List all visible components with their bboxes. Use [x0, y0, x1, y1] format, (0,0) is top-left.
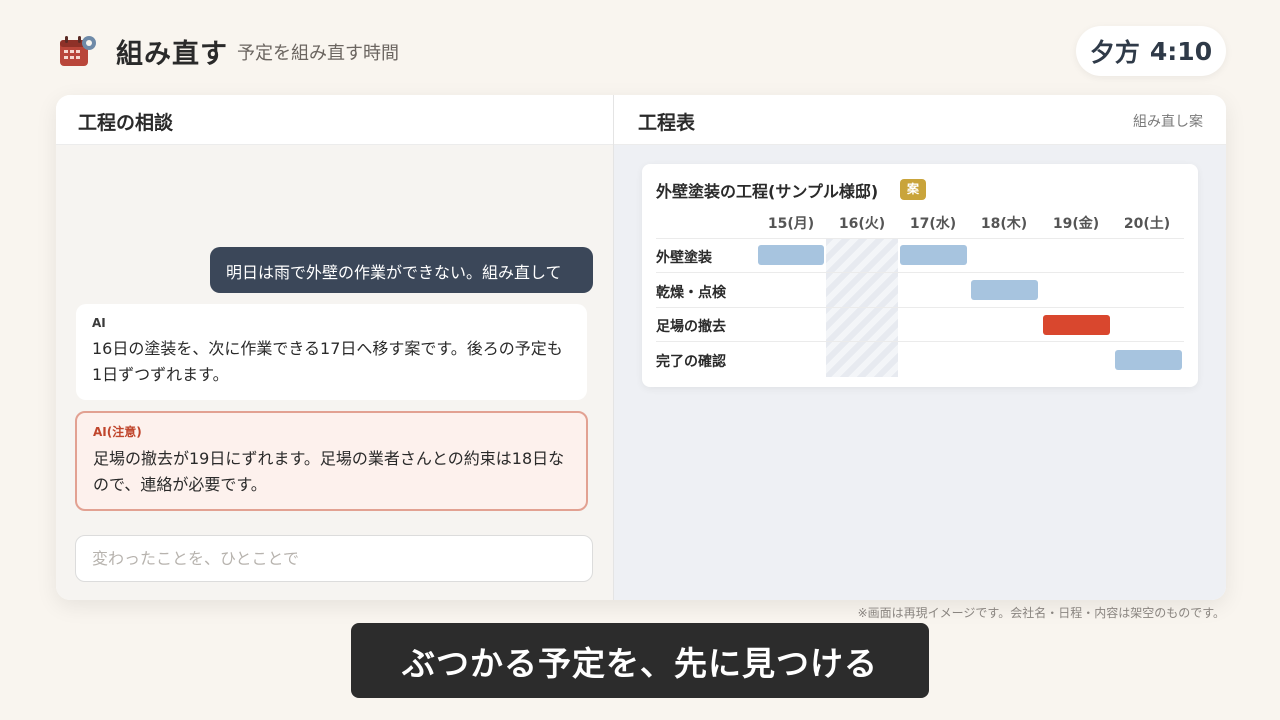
day-header: 17(水) — [909, 216, 957, 232]
schedule-tag: 組み直し案 — [1133, 114, 1203, 130]
row-divider — [656, 307, 1184, 308]
app-subtitle: 予定を組み直す時間 — [237, 43, 399, 64]
gantt-title: 外壁塗装の工程(サンプル様邸) — [656, 182, 879, 201]
clock-time: 4:10 — [1149, 36, 1213, 66]
ai-message: AI 16日の塗装を、次に作業できる17日へ移す案です。後ろの予定も1日ずつずれ… — [76, 304, 587, 400]
ai-warning-text: 足場の撤去が19日にずれます。足場の業者さんとの約束は18日なので、連絡が必要で… — [93, 449, 565, 494]
app-header: 組み直す 予定を組み直す時間 夕方 4:10 — [0, 0, 1280, 96]
day-header: 20(土) — [1123, 216, 1171, 232]
schedule-pane: 工程表 組み直し案 外壁塗装の工程(サンプル様邸) 案 15(月) 16(火) … — [614, 95, 1226, 600]
disclaimer: ※画面は再現イメージです。会社名・日程・内容は架空のものです。 — [857, 606, 1225, 620]
task-bar[interactable] — [900, 245, 967, 265]
task-label: 外壁塗装 — [656, 250, 712, 266]
task-label: 完了の確認 — [656, 354, 726, 370]
ai-message-text: 16日の塗装を、次に作業できる17日へ移す案です。後ろの予定も1日ずつずれます。 — [92, 339, 563, 384]
app-title: 組み直す — [116, 39, 228, 70]
chat-title: 工程の相談 — [78, 112, 174, 134]
ai-warning-message: AI(注意) 足場の撤去が19日にずれます。足場の業者さんとの約束は18日なので… — [75, 411, 588, 511]
task-bar-conflict[interactable] — [1043, 315, 1110, 335]
user-message-text: 明日は雨で外壁の作業ができない。組み直して — [226, 263, 562, 282]
subtitle-caption: ぶつかる予定を、先に見つける — [351, 623, 929, 698]
clock-period: 夕方 — [1089, 38, 1140, 67]
day-header: 19(金) — [1052, 216, 1100, 232]
draft-badge: 案 — [900, 179, 926, 200]
task-label: 乾燥・点検 — [656, 285, 726, 301]
row-divider — [656, 272, 1184, 273]
day-header: 16(火) — [838, 216, 886, 232]
main-card: 工程の相談 明日は雨で外壁の作業ができない。組み直して AI 16日の塗装を、次… — [56, 95, 1226, 600]
chat-input[interactable] — [75, 535, 593, 582]
task-bar[interactable] — [1115, 350, 1182, 370]
clock-badge: 夕方 4:10 — [1076, 26, 1226, 76]
chat-pane: 工程の相談 明日は雨で外壁の作業ができない。組み直して AI 16日の塗装を、次… — [56, 95, 614, 600]
calendar-gear-icon — [60, 36, 96, 66]
task-label: 足場の撤去 — [656, 319, 726, 335]
row-divider — [656, 238, 1184, 239]
schedule-header: 工程表 組み直し案 — [614, 95, 1226, 145]
day-header: 18(木) — [980, 216, 1028, 232]
row-divider — [656, 341, 1184, 342]
task-bar[interactable] — [758, 245, 824, 265]
chat-header: 工程の相談 — [56, 95, 614, 145]
ai-sender-label: AI — [92, 316, 106, 330]
day-header: 15(月) — [767, 216, 815, 232]
ai-warning-sender-label: AI(注意) — [93, 425, 142, 439]
task-bar[interactable] — [971, 280, 1038, 300]
user-message: 明日は雨で外壁の作業ができない。組み直して — [210, 247, 593, 293]
schedule-title: 工程表 — [638, 112, 696, 134]
gantt-card: 外壁塗装の工程(サンプル様邸) 案 15(月) 16(火) 17(水) 18(木… — [642, 164, 1198, 387]
